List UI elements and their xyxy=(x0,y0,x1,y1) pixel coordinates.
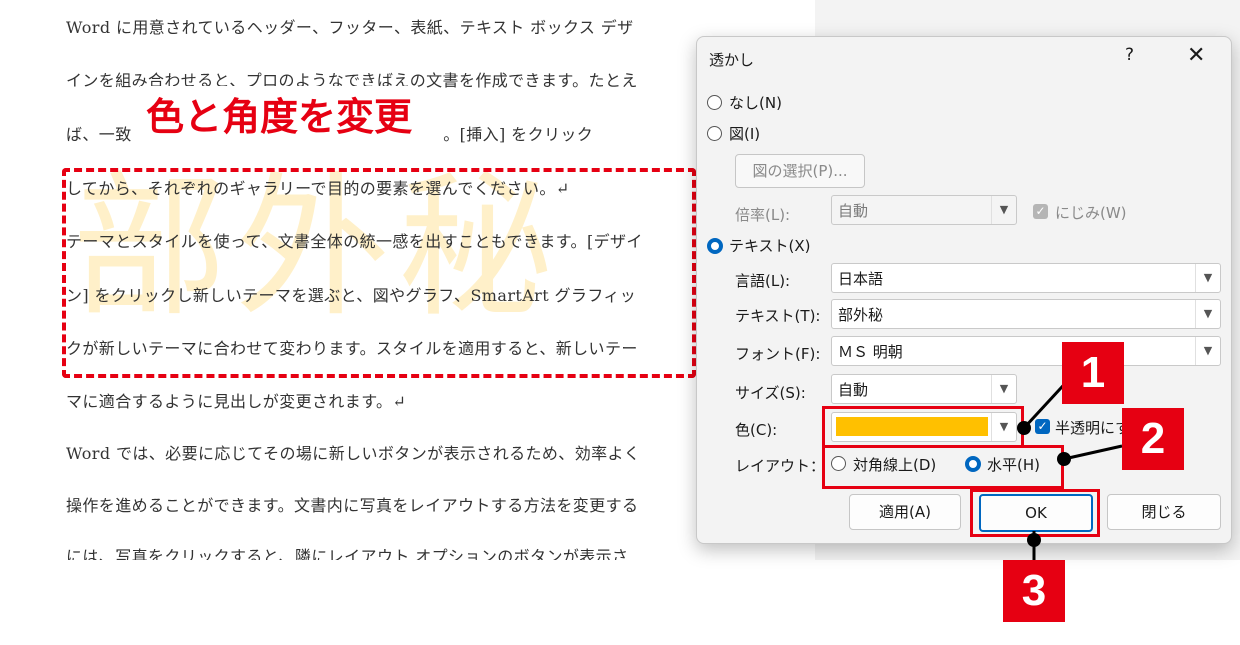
color-highlight-box xyxy=(822,406,1024,448)
text-select[interactable]: 部外秘 ▼ xyxy=(831,299,1221,329)
document-page: 部外秘 Word に用意されているヘッダー、フッター、表紙、テキスト ボックス … xyxy=(0,0,815,560)
washout-label: にじみ(W) xyxy=(1055,204,1127,222)
size-label: サイズ(S): xyxy=(735,384,806,402)
callout-3-dot xyxy=(1027,533,1041,547)
watermark-highlight-box xyxy=(62,168,696,378)
scale-select[interactable]: 自動 ▼ xyxy=(831,195,1017,225)
layout-highlight-box xyxy=(822,445,1064,489)
text-label: テキスト(T): xyxy=(735,307,821,325)
size-value: 自動 xyxy=(838,381,869,399)
color-label: 色(C): xyxy=(735,421,778,439)
ok-highlight-box xyxy=(970,489,1100,537)
radio-picture[interactable] xyxy=(707,126,722,141)
language-label: 言語(L): xyxy=(735,272,791,290)
scale-label: 倍率(L): xyxy=(735,206,791,224)
chevron-down-icon[interactable]: ▼ xyxy=(1195,264,1220,292)
radio-none[interactable] xyxy=(707,95,722,110)
callout-badge-1: 1 xyxy=(1062,342,1124,404)
callout-2-dot xyxy=(1057,452,1071,466)
help-icon[interactable]: ? xyxy=(1125,45,1134,65)
callout-badge-2: 2 xyxy=(1122,408,1184,470)
doc-line: Word では、必要に応じてその場に新しいボタンが表示されるため、効率よく xyxy=(66,444,641,463)
size-select[interactable]: 自動 ▼ xyxy=(831,374,1017,404)
semitransparent-checkbox[interactable]: ✓ xyxy=(1035,419,1050,434)
chevron-down-icon[interactable]: ▼ xyxy=(991,375,1016,403)
scale-value: 自動 xyxy=(838,202,869,220)
radio-text-label[interactable]: テキスト(X) xyxy=(729,235,811,256)
doc-line: には、写真をクリックすると、隣にレイアウト オプションのボタンが表示さ xyxy=(66,547,629,560)
chevron-down-icon[interactable]: ▼ xyxy=(991,196,1016,224)
dialog-title: 透かし xyxy=(709,51,755,69)
close-icon[interactable]: ✕ xyxy=(1187,43,1205,68)
washout-checkbox[interactable]: ✓ xyxy=(1033,204,1048,219)
apply-button[interactable]: 適用(A) xyxy=(849,494,961,530)
annotation-heading: 色と角度を変更 xyxy=(140,86,419,141)
close-button[interactable]: 閉じる xyxy=(1107,494,1221,530)
font-select[interactable]: ＭＳ 明朝 ▼ xyxy=(831,336,1221,366)
radio-text[interactable] xyxy=(707,238,723,254)
text-value: 部外秘 xyxy=(838,306,884,324)
language-select[interactable]: 日本語 ▼ xyxy=(831,263,1221,293)
doc-line: 操作を進めることができます。文書内に写真をレイアウトする方法を変更する xyxy=(66,496,639,515)
radio-picture-label[interactable]: 図(I) xyxy=(729,123,760,144)
layout-label: レイアウト： xyxy=(735,457,826,475)
doc-line: Word に用意されているヘッダー、フッター、表紙、テキスト ボックス デザ xyxy=(66,18,634,37)
radio-none-label[interactable]: なし(N) xyxy=(729,92,782,113)
font-label: フォント(F): xyxy=(735,345,821,363)
language-value: 日本語 xyxy=(838,270,884,288)
doc-line: マに適合するように見出しが変更されます。↵ xyxy=(66,392,407,411)
select-picture-button[interactable]: 図の選択(P)... xyxy=(735,154,865,188)
font-value: ＭＳ 明朝 xyxy=(838,343,903,361)
chevron-down-icon[interactable]: ▼ xyxy=(1195,300,1220,328)
chevron-down-icon[interactable]: ▼ xyxy=(1195,337,1220,365)
callout-badge-3: 3 xyxy=(1003,560,1065,622)
callout-1-dot xyxy=(1017,421,1031,435)
